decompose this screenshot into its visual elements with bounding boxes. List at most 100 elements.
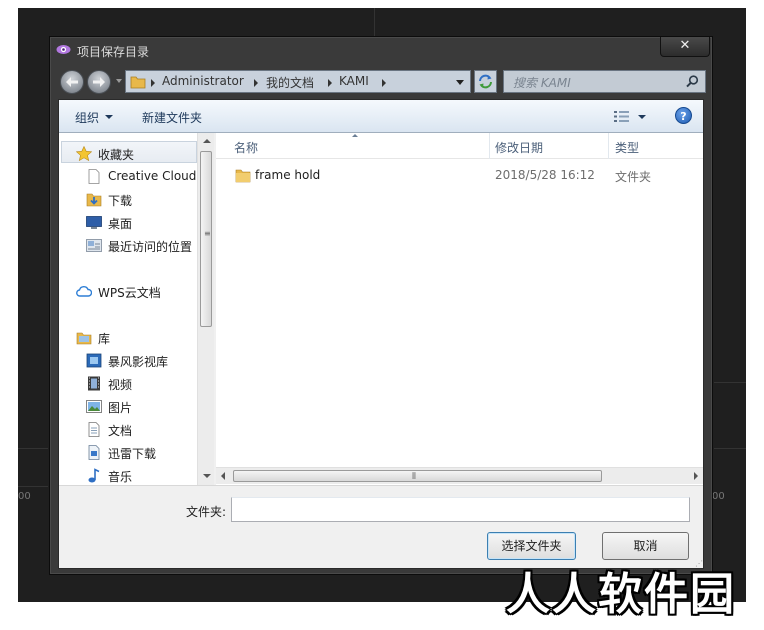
view-dropdown-caret[interactable]: [638, 115, 646, 119]
watermark-text: 人人软件园: [506, 569, 736, 620]
nav-favorites[interactable]: 收藏夹: [61, 141, 197, 163]
music-icon: [88, 468, 100, 483]
scroll-down-arrow[interactable]: [203, 474, 211, 478]
column-divider[interactable]: [489, 133, 490, 159]
background-number: 00: [18, 491, 31, 502]
scrollbar-thumb[interactable]: ⦀: [233, 470, 602, 482]
picture-icon: [86, 400, 102, 413]
organize-dropdown-caret[interactable]: [105, 115, 113, 119]
new-folder-button[interactable]: 新建文件夹: [142, 109, 202, 126]
address-bar[interactable]: Administrator 我的文档 KAMI: [125, 70, 471, 93]
document-icon: [88, 169, 100, 184]
organize-button[interactable]: 组织: [75, 109, 99, 126]
scroll-right-arrow[interactable]: [694, 472, 698, 480]
breadcrumb-separator[interactable]: [382, 79, 386, 87]
resize-grip[interactable]: ⋰: [695, 560, 703, 568]
navigation-pane: 收藏夹 Creative Cloud 下载 桌面 最近访问的位置 WPS云文档: [59, 133, 212, 485]
column-header-date[interactable]: 修改日期: [495, 139, 543, 156]
recent-locations-dropdown[interactable]: [116, 79, 122, 83]
back-button[interactable]: [60, 70, 84, 94]
search-icon[interactable]: [686, 75, 699, 88]
column-header-type[interactable]: 类型: [615, 139, 639, 156]
nav-wps-cloud[interactable]: WPS云文档: [59, 280, 207, 302]
column-divider[interactable]: [608, 133, 609, 159]
cloud-icon: [76, 286, 92, 297]
search-placeholder[interactable]: 搜索 KAMI: [513, 74, 571, 91]
file-name: frame hold: [255, 168, 321, 182]
folder-name-input[interactable]: [231, 497, 690, 522]
background-divider: [374, 8, 375, 36]
breadcrumb-separator[interactable]: [151, 79, 155, 87]
refresh-button[interactable]: [474, 70, 497, 93]
column-header-name[interactable]: 名称: [234, 139, 258, 156]
nav-item-label: 暴风影视库: [108, 355, 169, 369]
video-library-icon: [86, 353, 102, 368]
breadcrumb-my-documents[interactable]: 我的文档: [266, 74, 314, 91]
nav-libraries[interactable]: 库: [59, 326, 207, 348]
background-divider: [18, 486, 48, 487]
desktop-icon: [86, 216, 102, 229]
window-title: 项目保存目录: [77, 45, 150, 59]
breadcrumb-separator[interactable]: [254, 79, 258, 87]
file-type: 文件夹: [615, 170, 652, 184]
background-number: 00: [712, 491, 725, 502]
nav-item-pictures[interactable]: 图片: [59, 395, 207, 417]
breadcrumb-administrator[interactable]: Administrator: [162, 74, 244, 88]
star-icon: [76, 146, 92, 161]
nav-pane-vertical-scrollbar[interactable]: ≡: [197, 133, 214, 485]
title-bar[interactable]: 项目保存目录 ✕: [50, 37, 712, 65]
file-row-frame-hold[interactable]: frame hold 2018/5/28 16:12 文件夹: [216, 164, 703, 188]
nav-item-label: 迅雷下载: [108, 447, 157, 461]
nav-item-label: 视频: [108, 378, 133, 392]
help-button[interactable]: ?: [675, 107, 692, 124]
select-folder-button[interactable]: 选择文件夹: [487, 532, 576, 560]
navigation-bar: Administrator 我的文档 KAMI 搜索 KAMI: [50, 65, 712, 99]
recent-places-icon: [86, 239, 102, 252]
file-list-horizontal-scrollbar[interactable]: ⦀: [216, 467, 703, 484]
nav-libraries-label: 库: [98, 332, 111, 346]
sort-ascending-icon: [352, 134, 358, 137]
nav-item-label: 文档: [108, 424, 133, 438]
command-toolbar: 组织 新建文件夹 ?: [59, 100, 703, 133]
breadcrumb-kami[interactable]: KAMI: [339, 74, 369, 88]
cancel-button[interactable]: 取消: [602, 532, 689, 560]
folder-icon: [130, 76, 146, 89]
nav-item-storm-library[interactable]: 暴风影视库: [59, 349, 207, 371]
folder-field-label: 文件夹:: [186, 505, 227, 519]
scrollbar-grip: ⦀: [412, 472, 416, 482]
search-box[interactable]: 搜索 KAMI: [503, 70, 706, 93]
nav-item-documents[interactable]: 文档: [59, 418, 207, 440]
nav-favorites-label: 收藏夹: [98, 148, 135, 162]
close-button[interactable]: ✕: [660, 37, 710, 57]
nav-item-desktop[interactable]: 桌面: [59, 211, 207, 233]
forward-button[interactable]: [87, 70, 111, 94]
nav-item-label: Creative Cloud: [108, 169, 197, 183]
app-eye-icon: [56, 45, 71, 54]
nav-item-downloads[interactable]: 下载: [59, 188, 207, 210]
dialog-footer: 文件夹: 选择文件夹 取消: [59, 485, 703, 568]
file-date: 2018/5/28 16:12: [495, 168, 595, 182]
nav-item-recent-places[interactable]: 最近访问的位置: [59, 234, 207, 256]
nav-item-videos[interactable]: 视频: [59, 372, 207, 394]
breadcrumb-separator[interactable]: [328, 79, 332, 87]
nav-item-label: 桌面: [108, 217, 133, 231]
scrollbar-thumb[interactable]: ≡: [200, 151, 212, 327]
nav-item-label: 图片: [108, 401, 133, 415]
view-options-icon[interactable]: [614, 110, 629, 123]
film-icon: [88, 376, 100, 391]
address-dropdown-arrow[interactable]: [456, 80, 464, 85]
download-library-icon: [88, 445, 100, 460]
save-folder-dialog: 项目保存目录 ✕ Administrator 我的文档 KAMI 搜索 KAMI…: [49, 36, 713, 575]
scroll-left-arrow[interactable]: [221, 472, 225, 480]
scroll-up-arrow[interactable]: [203, 139, 211, 143]
nav-item-thunder-downloads[interactable]: 迅雷下载: [59, 441, 207, 463]
refresh-icon: [479, 74, 492, 89]
background-divider: [18, 448, 48, 449]
downloads-folder-icon: [86, 193, 102, 207]
nav-item-music[interactable]: 音乐: [59, 464, 207, 486]
arrow-left-icon: [66, 77, 78, 87]
arrow-right-icon: [93, 77, 105, 87]
nav-item-creative-cloud[interactable]: Creative Cloud: [59, 165, 207, 187]
column-header-row: 名称 修改日期 类型: [216, 133, 703, 159]
scrollbar-grip: ≡: [204, 229, 211, 238]
